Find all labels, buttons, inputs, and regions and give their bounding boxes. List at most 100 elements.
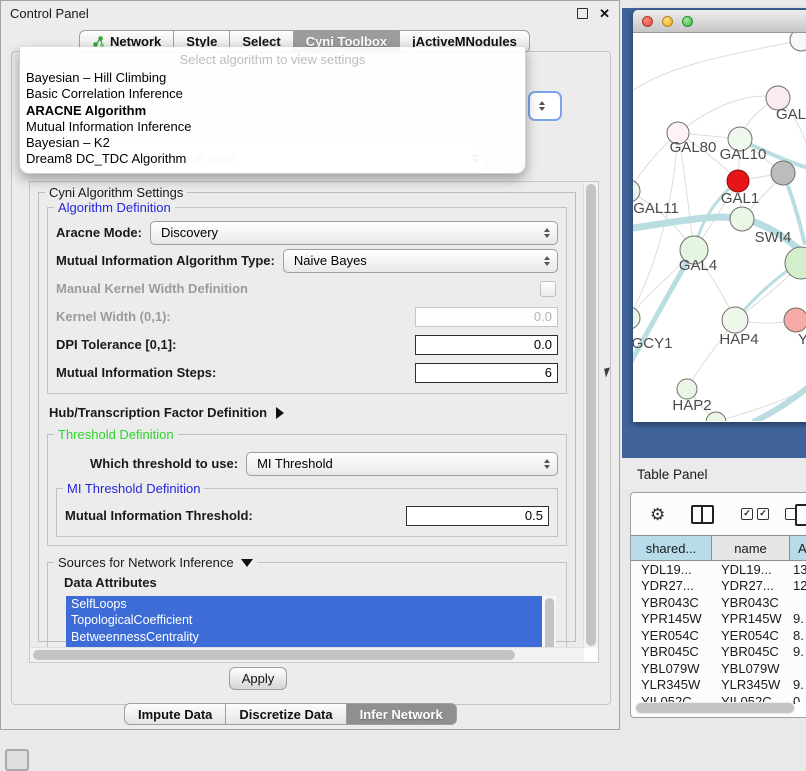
- table-row[interactable]: YPR145WYPR145W9.: [631, 611, 806, 628]
- table-toolbar: ⚙ ✓ ✓: [631, 493, 806, 535]
- table-hscrollbar-thumb[interactable]: [636, 703, 794, 713]
- algorithm-item[interactable]: Bayesian – K2: [20, 135, 525, 151]
- node-label: GCY1: [633, 335, 672, 352]
- kernel-width-row: Kernel Width (0,1):: [56, 304, 558, 329]
- cyni-algorithm-settings-group: Cyni Algorithm Settings Algorithm Defini…: [38, 192, 576, 642]
- node-label: GAL1: [721, 190, 759, 207]
- node-label: GAL10: [720, 146, 767, 163]
- algorithm-item[interactable]: Dream8 DC_TDC Algorithm: [20, 151, 525, 167]
- mi-threshold-input[interactable]: [406, 506, 549, 526]
- network-canvas[interactable]: GALGAL80GAL10GAL1SWI4GAL11GAL4GCY1HAP4YH…: [633, 33, 806, 421]
- settings-vscrollbar: [583, 182, 598, 648]
- sources-group-header[interactable]: Sources for Network Inference: [54, 555, 257, 570]
- list-item-betweennesscentrality[interactable]: BetweennessCentrality: [66, 629, 542, 645]
- network-node-swi4[interactable]: [785, 247, 806, 279]
- table-row[interactable]: YDR27...YDR27...12: [631, 578, 806, 595]
- hub-definition-toggle[interactable]: Hub/Transcription Factor Definition: [49, 405, 575, 420]
- apply-button[interactable]: Apply: [229, 667, 287, 690]
- dpi-tolerance-row: DPI Tolerance [0,1]:: [56, 332, 558, 357]
- new-table-icon[interactable]: [795, 504, 806, 526]
- table-cell: YDR27...: [631, 578, 712, 593]
- algorithm-item[interactable]: Basic Correlation Inference: [20, 86, 525, 102]
- combo-spinner-icon: [544, 228, 550, 238]
- threshold-definition-title: Threshold Definition: [54, 427, 178, 442]
- tab-discretize-data[interactable]: Discretize Data: [226, 703, 346, 725]
- minimize-button[interactable]: [662, 16, 673, 27]
- network-node-hap4[interactable]: [722, 307, 748, 333]
- settings-scrollpane: Cyni Algorithm Settings Algorithm Defini…: [29, 181, 599, 663]
- zoom-button[interactable]: [682, 16, 693, 27]
- table-cell: YDR27...: [712, 578, 790, 593]
- column-header-A[interactable]: A: [790, 536, 806, 560]
- network-node[interactable]: [730, 207, 754, 231]
- network-node-hap2[interactable]: [677, 379, 697, 399]
- gear-icon[interactable]: ⚙: [650, 506, 665, 523]
- mi-threshold-group: MI Threshold Definition Mutual Informati…: [56, 488, 558, 537]
- network-node-gal11[interactable]: [633, 180, 640, 202]
- aracne-mode-label: Aracne Mode:: [56, 225, 142, 240]
- mi-threshold-label: Mutual Information Threshold:: [65, 508, 253, 523]
- close-button[interactable]: [642, 16, 653, 27]
- node-label: HAP4: [719, 331, 758, 348]
- table-panel-titlebar: Table Panel: [622, 458, 806, 490]
- dpi-tolerance-input[interactable]: [415, 335, 558, 355]
- algorithm-item[interactable]: Mutual Information Inference: [20, 119, 525, 135]
- table-row[interactable]: YBL079WYBL079W: [631, 660, 806, 677]
- minimized-panel-icon[interactable]: [5, 749, 29, 771]
- settings-hscrollbar: [30, 647, 584, 662]
- node-label: GAL11: [633, 200, 679, 217]
- algorithm-item[interactable]: ARACNE Algorithm: [20, 103, 525, 119]
- network-node-gal1[interactable]: [727, 170, 749, 192]
- column-header-name[interactable]: name: [712, 536, 790, 560]
- algorithm-definition-title: Algorithm Definition: [54, 200, 175, 215]
- table-row[interactable]: YER054CYER054C8.: [631, 627, 806, 644]
- mi-steps-input[interactable]: [415, 363, 558, 383]
- algorithm-dropdown-popup: Select algorithm to view settings Bayesi…: [19, 47, 526, 174]
- split-columns-icon[interactable]: [691, 505, 714, 524]
- settings-vscrollbar-thumb[interactable]: [586, 184, 596, 646]
- node-label: Y: [798, 331, 806, 348]
- aracne-mode-combo[interactable]: Discovery: [150, 221, 558, 245]
- table-cell: YBL079W: [631, 661, 712, 676]
- table-scrollbar-corner: [797, 702, 806, 714]
- close-icon[interactable]: ✕: [599, 7, 610, 20]
- table-cell: YDL19...: [631, 562, 712, 577]
- combo-spinner-icon: [544, 256, 550, 266]
- float-window-icon[interactable]: [577, 8, 588, 19]
- kernel-width-input[interactable]: [415, 307, 558, 327]
- network-node[interactable]: [790, 33, 806, 51]
- network-node-y[interactable]: [784, 308, 806, 332]
- algorithm-dropdown-placeholder: Select algorithm to view settings: [20, 50, 525, 70]
- sources-group-title: Sources for Network Inference: [58, 555, 234, 570]
- select-all-columns-icon[interactable]: ✓ ✓: [741, 508, 769, 520]
- focused-spinner[interactable]: [528, 91, 562, 121]
- list-item-topologicalcoefficient[interactable]: TopologicalCoefficient: [66, 612, 542, 628]
- tab-label: Discretize Data: [239, 707, 332, 722]
- network-node[interactable]: [771, 161, 795, 185]
- table-row[interactable]: YLR345WYLR345W9.: [631, 677, 806, 694]
- control-panel-title: Control Panel: [10, 6, 89, 21]
- table-cell: 9.: [790, 644, 806, 659]
- settings-hscrollbar-thumb[interactable]: [33, 650, 515, 660]
- table-row[interactable]: YBR043CYBR043C: [631, 594, 806, 611]
- manual-kernel-row: Manual Kernel Width Definition: [56, 276, 558, 301]
- table-cell: YLR345W: [712, 677, 790, 692]
- which-threshold-combo[interactable]: MI Threshold: [246, 452, 558, 476]
- tab-impute-data[interactable]: Impute Data: [124, 703, 226, 725]
- aracne-mode-value: Discovery: [151, 225, 544, 240]
- control-panel-titlebar: Control Panel ✕: [1, 1, 619, 25]
- tab-infer-network[interactable]: Infer Network: [347, 703, 457, 725]
- mi-type-value: Naive Bayes: [284, 253, 544, 268]
- algorithm-definition-group: Algorithm Definition Aracne Mode: Discov…: [47, 207, 567, 394]
- list-item-selfloops[interactable]: SelfLoops: [66, 596, 542, 612]
- mi-type-combo[interactable]: Naive Bayes: [283, 249, 558, 273]
- which-threshold-value: MI Threshold: [247, 456, 544, 471]
- algorithm-item[interactable]: Bayesian – Hill Climbing: [20, 70, 525, 86]
- table-row[interactable]: YDL19...YDL19...13: [631, 561, 806, 578]
- manual-kernel-checkbox[interactable]: [540, 281, 556, 297]
- network-node-gcy1[interactable]: [633, 307, 640, 329]
- table-cell: YBR043C: [712, 595, 790, 610]
- algorithm-list: Bayesian – Hill ClimbingBasic Correlatio…: [20, 70, 525, 168]
- table-row[interactable]: YBR045CYBR045C9.: [631, 644, 806, 661]
- column-header-shared...[interactable]: shared...: [631, 536, 712, 560]
